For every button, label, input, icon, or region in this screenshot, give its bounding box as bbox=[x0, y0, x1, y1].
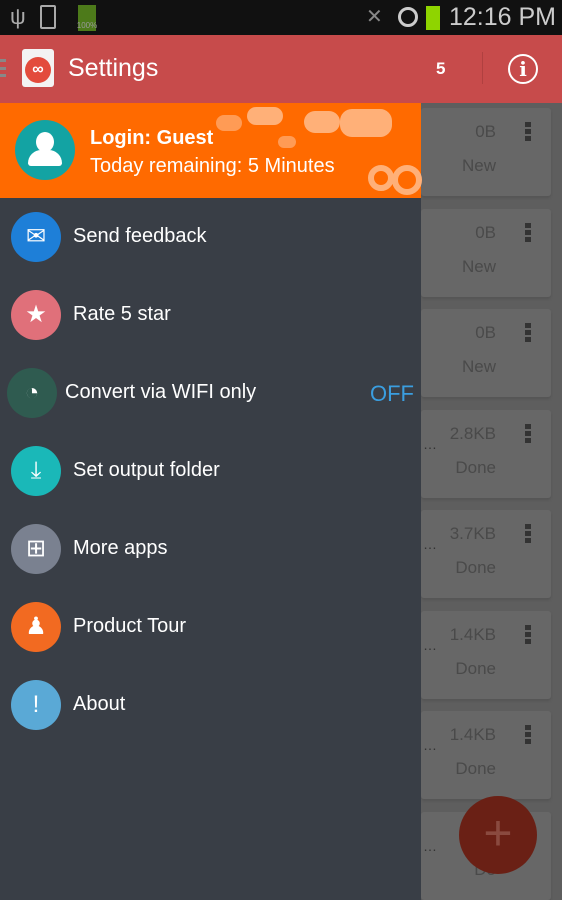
login-label[interactable]: Login: Guest bbox=[90, 127, 213, 150]
file-status: New bbox=[461, 357, 496, 376]
file-size: 1.4KB bbox=[449, 624, 496, 644]
file-size: 3.7KB bbox=[449, 524, 496, 543]
list-item[interactable]: 0B New bbox=[421, 309, 551, 397]
drawer-item-rate-5-star[interactable]: ★ Rate 5 star bbox=[0, 276, 421, 354]
screen-share-icon bbox=[40, 5, 56, 29]
usb-icon: ψ bbox=[10, 4, 26, 29]
navigation-drawer: Login: Guest Today remaining: 5 Minutes … bbox=[0, 103, 422, 900]
drawer-item-label: Set output folder bbox=[73, 459, 220, 481]
battery-icon bbox=[426, 6, 440, 30]
list-item[interactable]: 0B New bbox=[421, 108, 551, 196]
divider bbox=[482, 52, 483, 84]
plus-box-icon: ⊞ bbox=[11, 524, 61, 574]
wifi-toggle[interactable]: OFF bbox=[370, 381, 414, 407]
person-icon: ♟ bbox=[11, 602, 61, 652]
status-bar: ψ 100% ✕ 12:16 PM bbox=[0, 0, 562, 35]
remaining-time: Today remaining: 5 Minutes bbox=[90, 155, 335, 177]
gear-icon bbox=[368, 165, 394, 191]
list-item[interactable]: 0B New bbox=[421, 208, 551, 297]
overflow-menu-icon[interactable] bbox=[525, 423, 531, 445]
file-status: Done bbox=[455, 759, 496, 778]
menu-icon[interactable] bbox=[0, 59, 6, 77]
file-size: 0B bbox=[475, 323, 496, 342]
list-item[interactable]: … 3.7KB Done bbox=[421, 510, 551, 598]
clock: 12:16 PM bbox=[448, 3, 556, 31]
file-size: 0B bbox=[475, 222, 496, 242]
drawer-item-product-tour[interactable]: ♟ Product Tour bbox=[0, 588, 421, 666]
drawer-item-label: Convert via WIFI only bbox=[65, 381, 257, 403]
filename-ellipsis: … bbox=[423, 435, 437, 452]
gear-icon bbox=[392, 165, 422, 195]
app-logo[interactable]: ∞ bbox=[22, 49, 54, 87]
file-status: New bbox=[461, 256, 496, 276]
download-icon: ⤓ bbox=[11, 446, 61, 496]
drawer-item-more-apps[interactable]: ⊞ More apps bbox=[0, 510, 421, 588]
file-size: 2.8KB bbox=[449, 423, 496, 443]
file-status: Done bbox=[455, 457, 496, 477]
exclamation-icon: ! bbox=[11, 680, 61, 730]
info-icon[interactable]: i bbox=[508, 54, 538, 84]
overflow-menu-icon[interactable] bbox=[525, 725, 531, 746]
filename-ellipsis: … bbox=[423, 737, 437, 753]
drawer-item-label: Rate 5 star bbox=[73, 303, 171, 325]
drawer-item-convert-via-wifi-only[interactable]: ◔ Convert via WIFI only OFF bbox=[0, 354, 421, 432]
drawer-item-label: Product Tour bbox=[73, 615, 187, 637]
file-size: 0B bbox=[475, 122, 496, 141]
file-status: Done bbox=[455, 658, 496, 678]
wifi-icon: ◔ bbox=[7, 368, 57, 418]
app-bar: ∞ Settings 5 i bbox=[0, 35, 562, 103]
count-badge[interactable]: 5 bbox=[436, 59, 445, 79]
drawer-item-label: More apps bbox=[73, 537, 168, 559]
file-size: 1.4KB bbox=[449, 725, 496, 744]
list-item[interactable]: … 1.4KB Done bbox=[421, 610, 551, 699]
add-button[interactable]: + bbox=[459, 796, 537, 874]
filename-ellipsis: … bbox=[423, 837, 437, 854]
filename-ellipsis: … bbox=[423, 536, 437, 552]
drawer-item-set-output-folder[interactable]: ⤓ Set output folder bbox=[0, 432, 421, 510]
overflow-menu-icon[interactable] bbox=[525, 624, 531, 646]
mute-icon: ✕ bbox=[366, 6, 383, 28]
overflow-menu-icon[interactable] bbox=[525, 122, 531, 143]
list-item[interactable]: … 1.4KB Done bbox=[421, 711, 551, 799]
star-icon: ★ bbox=[11, 290, 61, 340]
list-item[interactable]: … 2.8KB Done bbox=[421, 409, 551, 498]
file-status: Done bbox=[455, 558, 496, 577]
drawer-item-about[interactable]: ! About bbox=[0, 666, 421, 744]
overflow-menu-icon[interactable] bbox=[525, 222, 531, 244]
file-status: New bbox=[461, 156, 496, 175]
drawer-header: Login: Guest Today remaining: 5 Minutes bbox=[0, 103, 422, 198]
overflow-menu-icon[interactable] bbox=[525, 323, 531, 344]
overflow-menu-icon[interactable] bbox=[525, 524, 531, 545]
drawer-item-label: Send feedback bbox=[73, 225, 207, 247]
drawer-item-label: About bbox=[73, 693, 126, 715]
filename-ellipsis: … bbox=[423, 636, 437, 653]
drawer-item-send-feedback[interactable]: ✉ Send feedback bbox=[0, 198, 421, 276]
blocked-icon bbox=[398, 7, 418, 27]
envelope-icon: ✉ bbox=[11, 212, 61, 262]
avatar[interactable] bbox=[15, 120, 75, 180]
battery-percent: 100% bbox=[76, 21, 98, 30]
page-title: Settings bbox=[68, 54, 159, 82]
